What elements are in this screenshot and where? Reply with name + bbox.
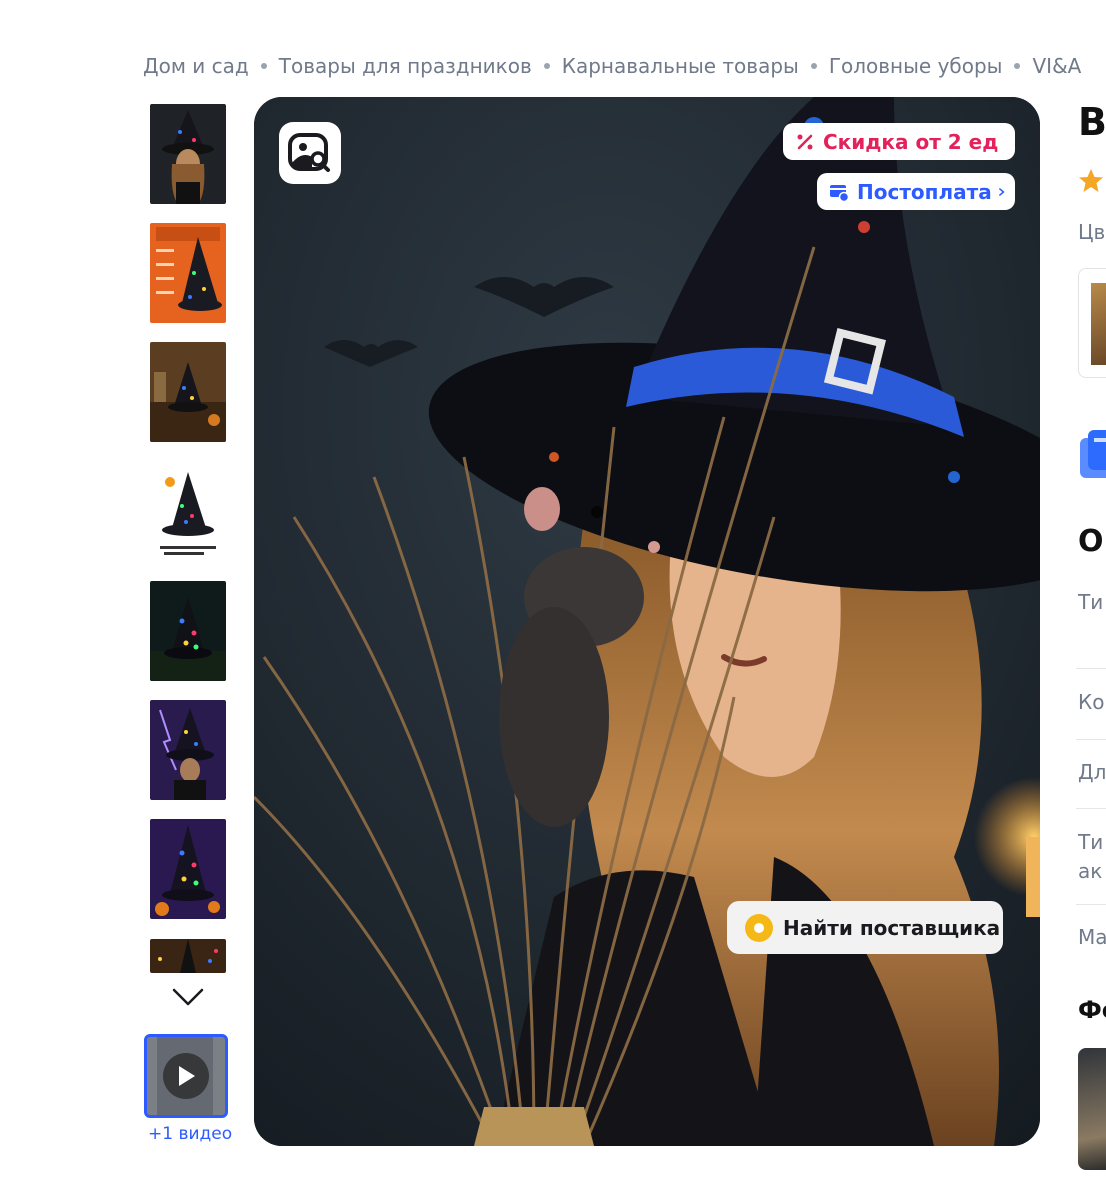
spec-label-length: Дл — [1078, 760, 1106, 784]
spec-label-type: Ти — [1078, 590, 1104, 614]
divider — [1076, 739, 1106, 740]
percent-icon — [797, 134, 813, 149]
breadcrumb-separator — [1014, 63, 1021, 69]
find-supplier-label: Найти поставщика — [783, 915, 1001, 940]
postpay-badge-label: Постоплата — [857, 179, 992, 204]
thumbnail-4[interactable] — [150, 462, 226, 562]
coupon-icon — [1080, 430, 1106, 478]
breadcrumb-item-carnival-goods[interactable]: Карнавальные товары — [562, 54, 799, 78]
divider — [1076, 808, 1106, 809]
breadcrumb-item-home-garden[interactable]: Дом и сад — [143, 54, 249, 78]
breadcrumb-separator — [543, 63, 550, 69]
divider — [1076, 668, 1106, 669]
spec-label-quantity: Ко — [1078, 690, 1105, 714]
breadcrumb-separator — [810, 63, 817, 69]
thumbnail-2[interactable] — [150, 223, 226, 323]
thumbnail-8[interactable] — [150, 939, 226, 973]
photos-section-title: Фо — [1078, 996, 1106, 1024]
supplier-icon — [745, 913, 773, 942]
postpay-badge[interactable]: Постоплата — [817, 173, 1015, 210]
chevron-down-icon[interactable] — [170, 984, 206, 1010]
review-photo[interactable] — [1078, 1048, 1106, 1170]
video-thumbnail[interactable] — [144, 1034, 228, 1118]
main-product-image[interactable] — [254, 97, 1040, 1146]
thumbnail-7[interactable] — [150, 819, 226, 919]
spec-label-accessory-type-line2: ак — [1078, 859, 1103, 883]
discount-badge-label: Скидка от 2 ед — [823, 129, 999, 154]
spec-label-material: Ма — [1078, 925, 1106, 949]
product-info-panel: В Цв О Ти Ко Дл Ти ак Ма Фо — [1076, 0, 1106, 1200]
about-section-title: О — [1078, 524, 1104, 559]
card-clock-icon — [830, 184, 849, 202]
breadcrumb-item-holiday-goods[interactable]: Товары для праздников — [279, 54, 532, 78]
breadcrumb: Дом и сад Товары для праздников Карнавал… — [143, 50, 1081, 82]
thumbnail-5[interactable] — [150, 581, 226, 681]
thumbnail-3[interactable] — [150, 342, 226, 442]
breadcrumb-item-brand[interactable]: VI&A — [1032, 54, 1081, 78]
color-label: Цв — [1078, 220, 1106, 244]
breadcrumb-item-headwear[interactable]: Головные уборы — [829, 54, 1003, 78]
breadcrumb-separator — [260, 63, 267, 69]
thumbnail-1[interactable] — [150, 104, 226, 204]
discount-badge[interactable]: Скидка от 2 ед — [783, 123, 1015, 160]
play-icon — [163, 1053, 209, 1099]
spec-label-accessory-type: Ти — [1078, 830, 1104, 854]
visual-search-button[interactable] — [279, 122, 341, 184]
color-variant-option[interactable] — [1078, 268, 1106, 378]
star-icon — [1079, 169, 1103, 192]
find-supplier-button[interactable]: Найти поставщика — [727, 901, 1003, 954]
chevron-right-icon — [998, 187, 1004, 196]
chevron-right-icon — [1004, 141, 1005, 142]
video-count-label[interactable]: +1 видео — [148, 1124, 232, 1144]
image-search-icon — [288, 133, 330, 172]
product-title: В — [1078, 100, 1106, 144]
divider — [1076, 904, 1106, 905]
thumbnail-6[interactable] — [150, 700, 226, 800]
